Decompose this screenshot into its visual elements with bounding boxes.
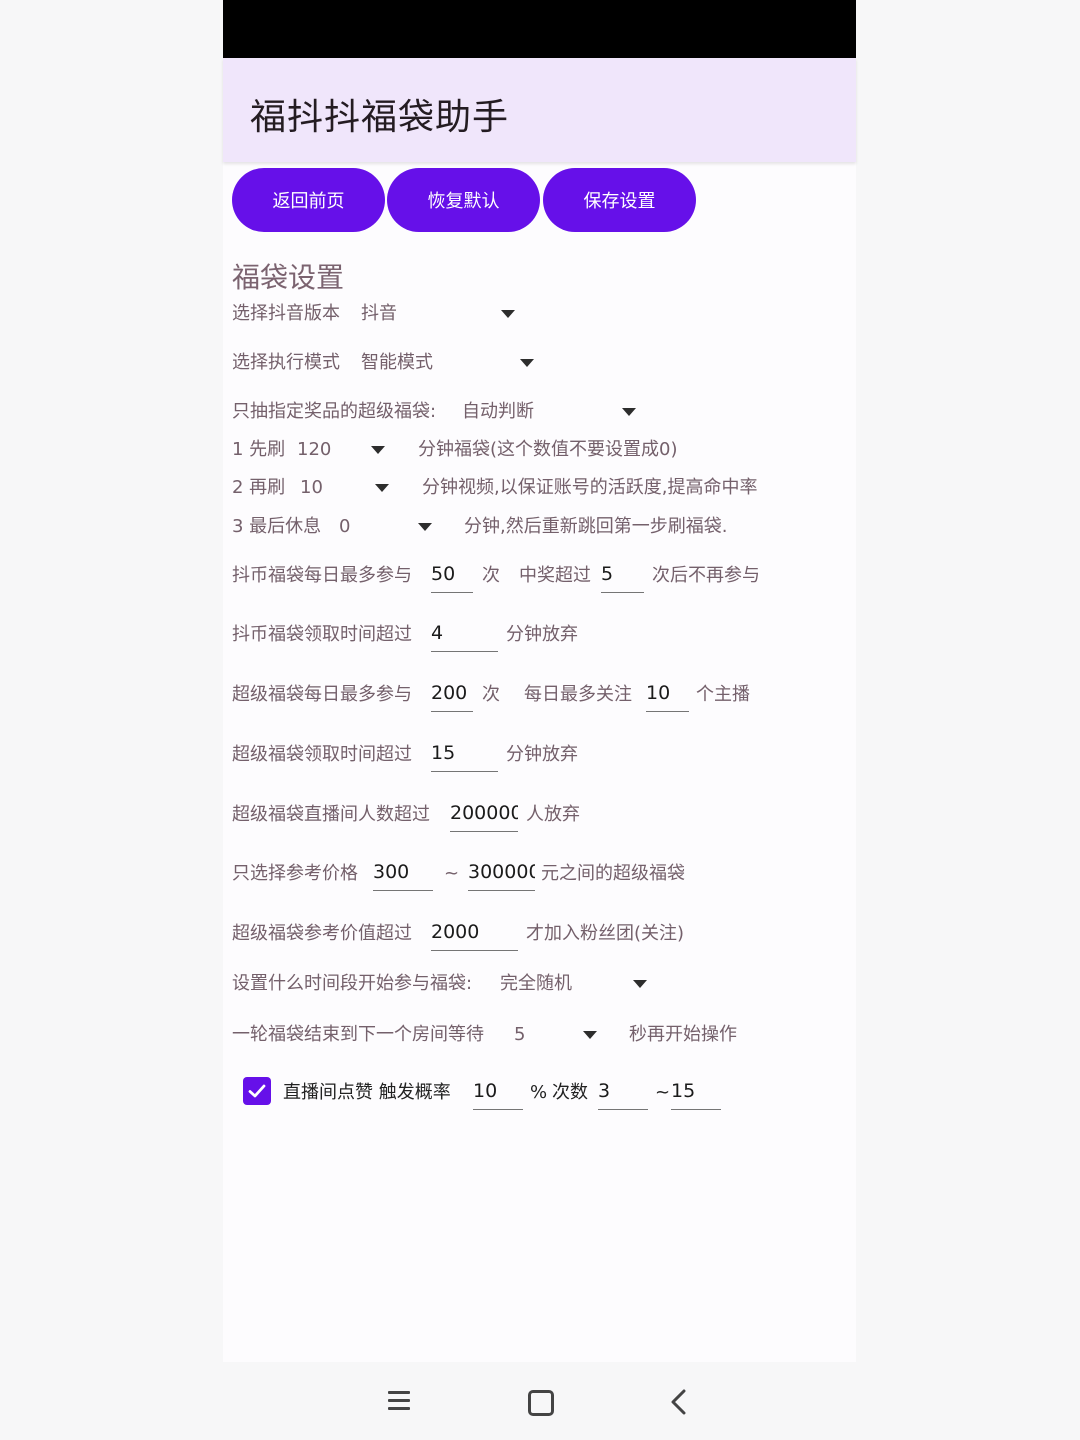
step3-label: 3 最后休息 (232, 516, 322, 537)
super-only-value: 自动判断 (462, 401, 534, 422)
check-icon (248, 1084, 266, 1098)
like-count-label: 次数 (552, 1082, 588, 1103)
like-sep: ~ (655, 1082, 671, 1103)
price-range-label: 只选择参考价格 (232, 863, 358, 884)
super-daily-label: 超级福袋每日最多参与 (232, 684, 412, 705)
super-viewers-suffix: 人放弃 (526, 804, 580, 825)
chevron-down-icon (633, 980, 647, 988)
step1-value: 120 (297, 439, 332, 460)
like-pct: % (530, 1082, 548, 1103)
start-time-value: 完全随机 (500, 973, 572, 994)
coin-win-suffix: 次后不再参与 (652, 565, 760, 586)
chevron-down-icon (418, 523, 432, 531)
step2-label: 2 再刷 (232, 477, 286, 498)
super-daily-input[interactable] (431, 675, 473, 712)
chevron-down-icon (371, 446, 385, 454)
price-range-sep: ~ (444, 863, 460, 884)
step2-suffix: 分钟视频,以保证账号的活跃度,提高命中率 (422, 477, 758, 498)
chevron-down-icon (375, 484, 389, 492)
coin-daily-unit: 次 (482, 565, 500, 586)
super-time-suffix: 分钟放弃 (506, 744, 578, 765)
price-min-input[interactable] (373, 854, 433, 891)
coin-time-label: 抖币福袋领取时间超过 (232, 624, 412, 645)
like-label: 直播间点赞 触发概率 (283, 1082, 451, 1103)
step1-label: 1 先刷 (232, 439, 286, 460)
status-bar (223, 0, 856, 58)
chevron-down-icon (501, 310, 515, 318)
fan-club-label: 超级福袋参考价值超过 (232, 923, 412, 944)
recent-apps-icon[interactable] (388, 1391, 410, 1411)
price-range-suffix: 元之间的超级福袋 (541, 863, 685, 884)
version-value: 抖音 (361, 303, 397, 324)
back-arrow-icon[interactable] (670, 1389, 688, 1415)
chevron-down-icon (520, 359, 534, 367)
follow-suffix: 个主播 (696, 684, 750, 705)
coin-time-input[interactable] (431, 615, 498, 652)
mode-value: 智能模式 (361, 352, 433, 373)
app-title: 福抖抖福袋助手 (250, 97, 510, 138)
price-max-input[interactable] (468, 854, 535, 891)
follow-input[interactable] (646, 675, 689, 712)
app-bar: 福抖抖福袋助手 (223, 58, 856, 162)
home-icon[interactable] (528, 1390, 554, 1416)
super-time-input[interactable] (431, 735, 498, 772)
save-settings-button[interactable]: 保存设置 (543, 168, 696, 232)
step3-value: 0 (339, 516, 351, 537)
like-prob-input[interactable] (473, 1073, 523, 1110)
app-screen: 福抖抖福袋助手 返回前页 恢复默认 保存设置 福袋设置 选择抖音版本 抖音 选择… (223, 0, 856, 1362)
chevron-down-icon (583, 1031, 597, 1039)
coin-win-label: 中奖超过 (519, 565, 591, 586)
super-only-label: 只抽指定奖品的超级福袋: (232, 401, 437, 422)
room-wait-value: 5 (514, 1024, 526, 1045)
step1-suffix: 分钟福袋(这个数值不要设置成0) (418, 439, 678, 460)
reset-default-button[interactable]: 恢复默认 (387, 168, 540, 232)
mode-label: 选择执行模式 (232, 352, 340, 373)
super-daily-unit: 次 (482, 684, 500, 705)
super-viewers-label: 超级福袋直播间人数超过 (232, 804, 430, 825)
fan-club-input[interactable] (431, 914, 518, 951)
step3-suffix: 分钟,然后重新跳回第一步刷福袋. (464, 516, 728, 537)
section-title: 福袋设置 (232, 261, 345, 294)
super-time-label: 超级福袋领取时间超过 (232, 744, 412, 765)
back-button[interactable]: 返回前页 (232, 168, 385, 232)
like-checkbox[interactable] (243, 1077, 271, 1105)
coin-daily-label: 抖币福袋每日最多参与 (232, 565, 412, 586)
like-min-input[interactable] (598, 1073, 648, 1110)
coin-daily-input[interactable] (431, 556, 473, 593)
fan-club-suffix: 才加入粉丝团(关注) (526, 923, 685, 944)
step2-value: 10 (300, 477, 323, 498)
coin-win-input[interactable] (601, 556, 644, 593)
super-viewers-input[interactable] (450, 795, 518, 832)
room-wait-label: 一轮福袋结束到下一个房间等待 (232, 1024, 484, 1045)
version-label: 选择抖音版本 (232, 303, 340, 324)
like-max-input[interactable] (671, 1073, 721, 1110)
follow-label: 每日最多关注 (524, 684, 632, 705)
coin-time-suffix: 分钟放弃 (506, 624, 578, 645)
room-wait-suffix: 秒再开始操作 (629, 1024, 737, 1045)
chevron-down-icon (622, 408, 636, 416)
start-time-label: 设置什么时间段开始参与福袋: (232, 973, 473, 994)
